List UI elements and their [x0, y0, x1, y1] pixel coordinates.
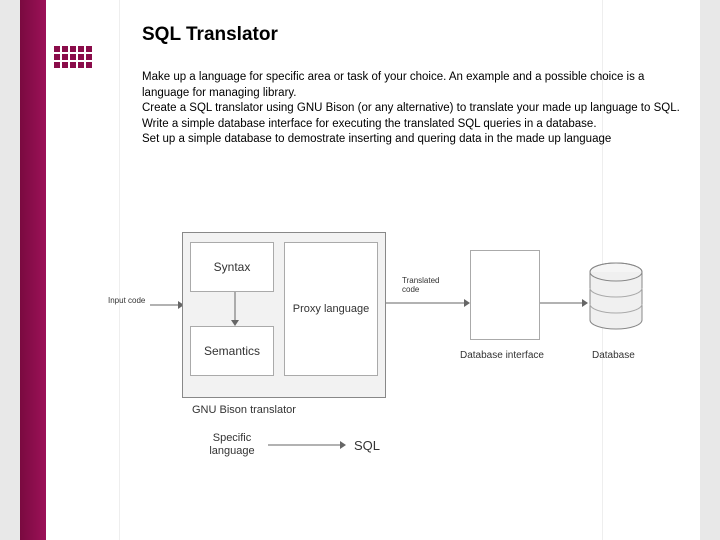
paragraph: Create a SQL translator using GNU Bison … — [142, 101, 682, 117]
arrow-icon — [150, 300, 184, 310]
database-interface-label: Database interface — [460, 350, 544, 361]
content-area: SQL Translator Make up a language for sp… — [142, 24, 682, 148]
gnu-bison-label: GNU Bison translator — [192, 404, 296, 416]
sql-label: SQL — [354, 438, 380, 453]
paragraph: Set up a simple database to demostrate i… — [142, 132, 682, 148]
arrow-icon — [268, 440, 346, 450]
input-code-label: Input code — [108, 296, 145, 305]
translated-code-label: Translated code — [402, 276, 452, 294]
proxy-language-box: Proxy language — [284, 242, 378, 376]
syntax-box: Syntax — [190, 242, 274, 292]
logo-icon — [54, 46, 98, 74]
page-title: SQL Translator — [142, 24, 682, 46]
database-label: Database — [592, 350, 635, 361]
specific-language-label: Specific language — [202, 432, 262, 458]
database-icon — [588, 262, 644, 332]
database-interface-box — [470, 250, 540, 340]
body-text: Make up a language for specific area or … — [142, 70, 682, 148]
arrow-icon — [230, 292, 240, 326]
semantics-box: Semantics — [190, 326, 274, 376]
arrow-icon — [386, 298, 470, 308]
slide: SQL Translator Make up a language for sp… — [20, 0, 700, 540]
paragraph: Make up a language for specific area or … — [142, 70, 682, 101]
sidebar-accent — [20, 0, 46, 540]
paragraph: Write a simple database interface for ex… — [142, 117, 682, 133]
diagram: Input code GNU Bison translator Syntax S… — [120, 232, 680, 472]
arrow-icon — [540, 298, 588, 308]
